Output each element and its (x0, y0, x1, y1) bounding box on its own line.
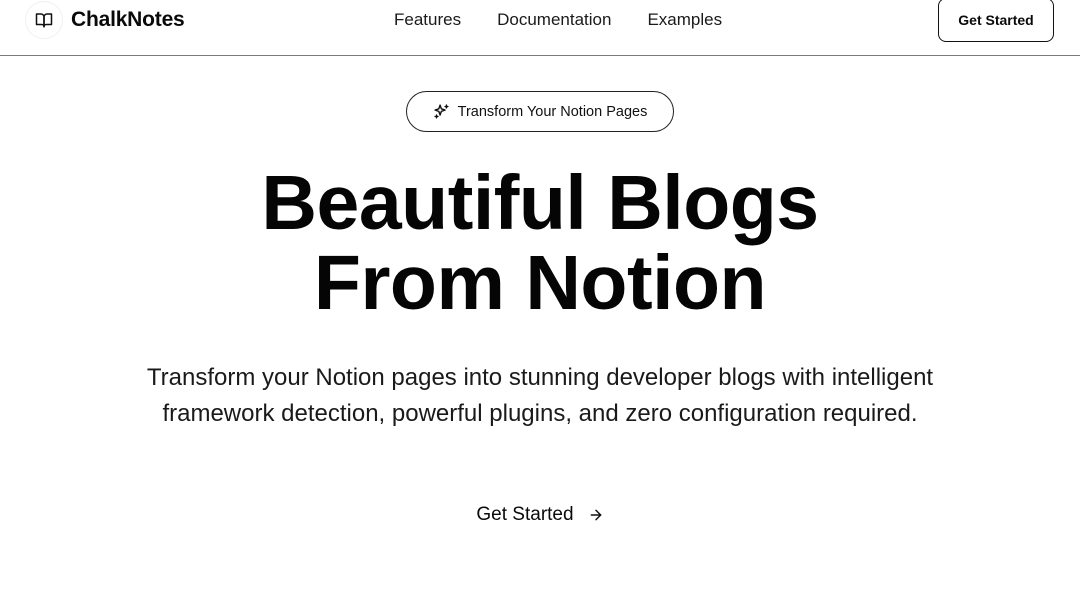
main-nav: Features Documentation Examples (394, 8, 722, 32)
sparkles-icon (433, 103, 450, 120)
brand-logo-link[interactable]: ChalkNotes (25, 1, 185, 39)
hero-headline: Beautiful Blogs From Notion (0, 163, 1080, 323)
brand-name: ChalkNotes (71, 8, 185, 31)
book-open-icon (25, 1, 63, 39)
hero-badge-label: Transform Your Notion Pages (457, 103, 648, 120)
hero-headline-line-2: From Notion (313, 240, 767, 326)
hero-badge[interactable]: Transform Your Notion Pages (406, 91, 674, 132)
hero-headline-line-1: Beautiful Blogs (261, 160, 819, 246)
nav-link-examples[interactable]: Examples (647, 8, 722, 32)
nav-link-documentation[interactable]: Documentation (497, 8, 611, 32)
header-get-started-button[interactable]: Get Started (938, 0, 1054, 42)
hero-subtitle: Transform your Notion pages into stunnin… (146, 364, 934, 427)
nav-link-features[interactable]: Features (394, 8, 461, 32)
hero-get-started-button[interactable]: Get Started (460, 496, 620, 534)
site-header: ChalkNotes Features Documentation Exampl… (0, 0, 1080, 56)
hero-get-started-label: Get Started (476, 504, 574, 525)
arrow-right-icon (588, 507, 604, 523)
